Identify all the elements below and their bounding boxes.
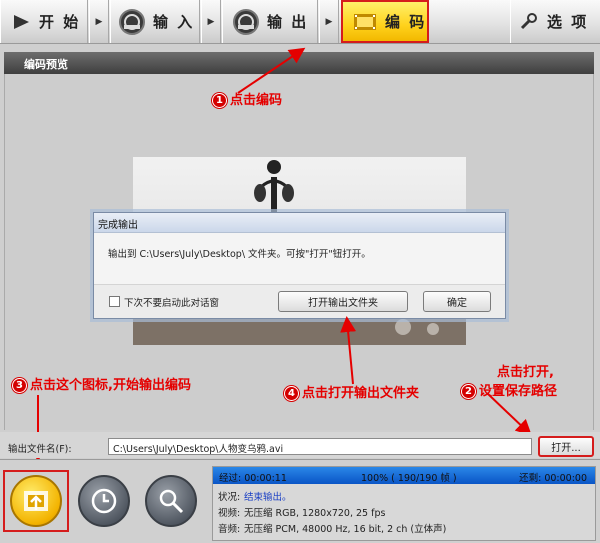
status-panel: 经过: 00:00:11 100% ( 190/190 帧 ) 还剩: 00:0… (212, 466, 596, 541)
elapsed-time: 经过: 00:00:11 (219, 473, 287, 484)
audio-label: 音频: (218, 524, 241, 535)
start-encode-button[interactable] (10, 475, 62, 527)
status-row: 状况: 结束输出。 (218, 489, 292, 503)
annotation-4: 4 点击打开输出文件夹 (284, 382, 419, 401)
clock-icon (91, 488, 117, 514)
progress-text: 100% ( 190/190 帧 ) (361, 473, 457, 484)
output-filename-field[interactable]: C:\Users\July\Desktop\人物变乌鸦.avi (108, 438, 532, 455)
status-label: 状况: (218, 492, 241, 503)
arrow-to-open (486, 392, 532, 436)
bottom-control-panel: 经过: 00:00:11 100% ( 190/190 帧 ) 还剩: 00:0… (0, 459, 600, 543)
output-filename-label: 输出文件名(F): (8, 444, 72, 455)
annotation-2-text: 点击打开, (497, 365, 554, 380)
video-value: 无压缩 RGB, 1280x720, 25 fps (244, 508, 386, 519)
audio-row: 音频: 无压缩 PCM, 48000 Hz, 16 bit, 2 ch (立体声) (218, 521, 446, 535)
audio-value: 无压缩 PCM, 48000 Hz, 16 bit, 2 ch (立体声) (244, 524, 447, 535)
remaining-time: 还剩: 00:00:00 (519, 473, 587, 484)
annotation-1: 1 点击编码 (212, 89, 282, 108)
output-filename-row: 输出文件名(F): C:\Users\July\Desktop\人物变乌鸦.av… (0, 432, 600, 458)
video-label: 视频: (218, 508, 241, 519)
search-film-icon (159, 489, 184, 514)
open-button[interactable]: 打开... (538, 436, 594, 457)
arrow-to-encode (237, 47, 306, 94)
batch-button[interactable] (145, 475, 197, 527)
annotation-2: 2 设置保存路径 (461, 380, 557, 399)
arrow-to-open-folder (340, 316, 357, 385)
schedule-button[interactable] (78, 475, 130, 527)
video-row: 视频: 无压缩 RGB, 1280x720, 25 fps (218, 505, 385, 519)
film-export-icon (24, 491, 48, 511)
annotation-3: 3 点击这个图标,开始输出编码 (12, 374, 191, 393)
status-value: 结束输出。 (244, 492, 292, 503)
progress-bar: 经过: 00:00:11 100% ( 190/190 帧 ) 还剩: 00:0… (213, 467, 595, 484)
